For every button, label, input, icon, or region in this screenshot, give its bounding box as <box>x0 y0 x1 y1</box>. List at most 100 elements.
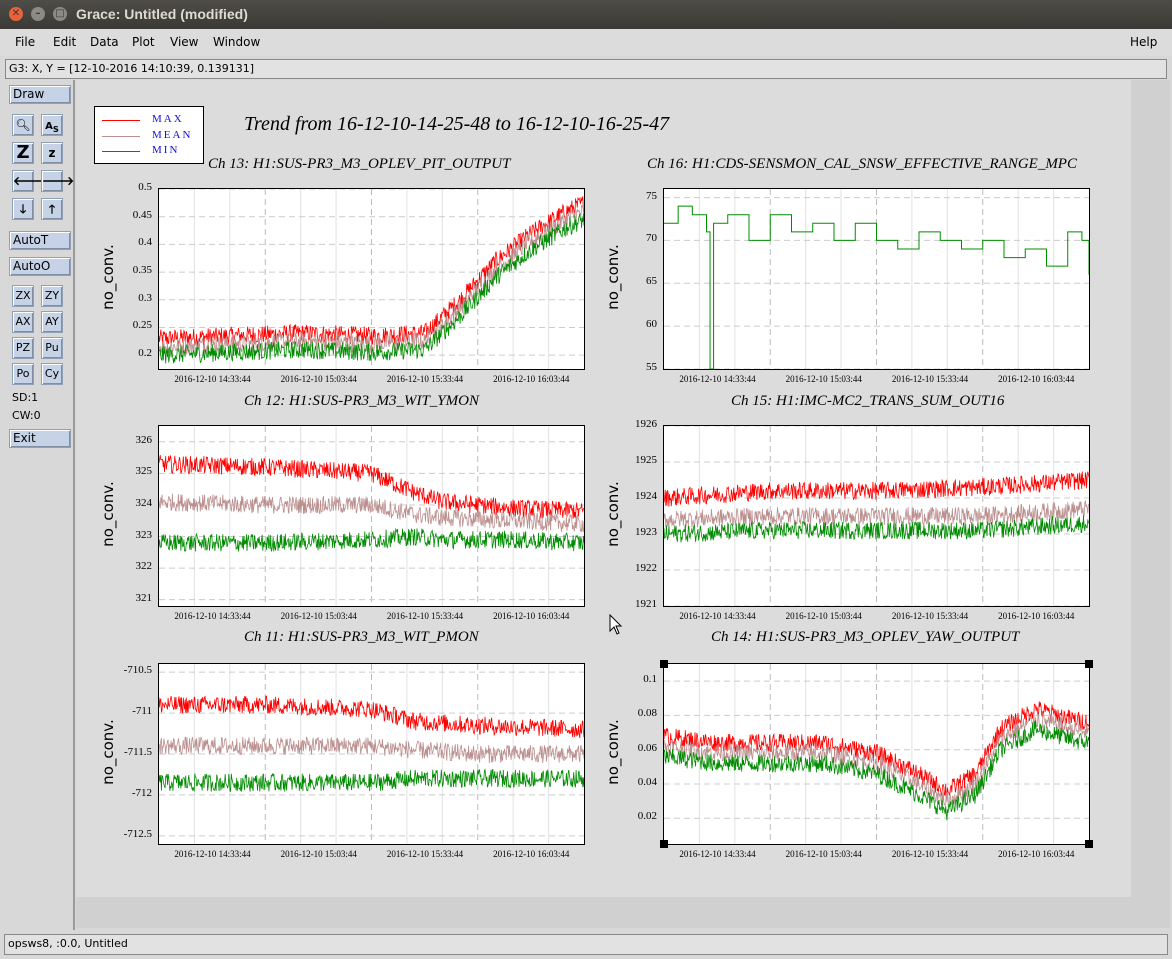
plot-title-4: Ch 11: H1:SUS-PR3_M3_WIT_PMON <box>244 629 479 645</box>
y-tick-label: 321 <box>135 591 153 604</box>
y-tick-label: 324 <box>135 496 153 509</box>
minimize-window-button[interactable]: – <box>31 7 45 21</box>
text-tool-button[interactable]: AS <box>41 114 63 136</box>
y-tick-label: 1924 <box>635 490 657 502</box>
x-tick-label: 2016-12-10 16:03:44 <box>998 611 1075 621</box>
y-tick-label: -711.5 <box>123 746 152 758</box>
y-tick-label: 60 <box>646 318 657 331</box>
pz-button[interactable]: PZ <box>12 337 34 359</box>
plot-area-1[interactable] <box>663 188 1090 370</box>
y-tick-label: 0.35 <box>132 264 152 277</box>
tool-panel: Draw 🔍︎ AS Z z 🡐 🡒 🡓 🡑 AutoT AutoO ZX ZY… <box>4 80 75 930</box>
plot-area-2[interactable] <box>158 425 585 607</box>
y-tick-label: 1921 <box>635 598 657 610</box>
window-title: Grace: Untitled (modified) <box>76 6 248 22</box>
plot-area-0[interactable] <box>158 188 585 370</box>
x-tick-label: 2016-12-10 15:33:44 <box>386 849 464 859</box>
y-tick-label: 1923 <box>635 526 657 538</box>
legend-swatch-max <box>102 120 140 121</box>
autot-button[interactable]: AutoT <box>9 231 71 250</box>
legend-label-mean: MEAN <box>152 129 193 141</box>
x-tick-label: 2016-12-10 14:33:44 <box>174 374 251 384</box>
y-tick-label: 0.45 <box>132 208 152 221</box>
set-depth-status: SD:1 <box>12 391 39 404</box>
locator-text: G3: X, Y = [12-10-2016 14:10:39, 0.13913… <box>9 62 255 75</box>
y-tick-label: 1922 <box>635 562 657 574</box>
x-tick-label: 2016-12-10 15:33:44 <box>386 611 464 621</box>
window-titlebar: ✕ – □ Grace: Untitled (modified) <box>0 0 1172 29</box>
selection-handle <box>1085 660 1093 668</box>
po-button[interactable]: Po <box>12 363 34 385</box>
ax-button[interactable]: AX <box>12 311 34 333</box>
y-tick-label: -711 <box>132 705 152 718</box>
y-tick-label: 65 <box>646 275 657 288</box>
y-tick-label: 75 <box>646 189 657 202</box>
y-tick-label: 70 <box>646 232 657 245</box>
selection-handle <box>660 660 668 668</box>
cy-button[interactable]: Cy <box>41 363 63 385</box>
scroll-right-button[interactable]: 🡒 <box>41 170 74 192</box>
zoom-in-button[interactable]: Z <box>12 142 34 164</box>
plot-area-3[interactable] <box>663 425 1090 607</box>
y-axis-label-3: no_conv. <box>604 481 622 547</box>
draw-button[interactable]: Draw <box>9 85 71 104</box>
menu-window[interactable]: Window <box>213 35 260 49</box>
exit-button[interactable]: Exit <box>9 429 71 448</box>
y-tick-label: 0.4 <box>138 236 152 249</box>
zx-button[interactable]: ZX <box>12 285 34 307</box>
x-tick-label: 2016-12-10 15:03:44 <box>280 849 357 859</box>
arrow-down-icon: 🡓 <box>19 202 27 216</box>
series-max <box>159 695 584 739</box>
y-tick-label: -712.5 <box>123 827 152 840</box>
y-tick-label: -710.5 <box>123 664 152 677</box>
legend-swatch-min <box>102 151 140 152</box>
x-tick-label: 2016-12-10 14:33:44 <box>679 849 756 859</box>
menu-help[interactable]: Help <box>1130 35 1157 49</box>
zy-button[interactable]: ZY <box>41 285 63 307</box>
zoom-tool-button[interactable]: 🔍︎ <box>12 114 34 136</box>
graph-main-title: Trend from 16-12-10-14-25-48 to 16-12-10… <box>244 113 670 135</box>
status-text: opsws8, :0.0, Untitled <box>8 937 128 950</box>
plot-area-4[interactable] <box>158 663 585 845</box>
scroll-up-button[interactable]: 🡑 <box>41 198 63 220</box>
x-tick-label: 2016-12-10 14:33:44 <box>679 611 756 621</box>
x-tick-label: 2016-12-10 15:33:44 <box>891 611 969 621</box>
scroll-down-button[interactable]: 🡓 <box>12 198 34 220</box>
y-tick-label: 0.5 <box>138 181 152 193</box>
locator-bar: G3: X, Y = [12-10-2016 14:10:39, 0.13913… <box>5 59 1167 79</box>
maximize-window-button[interactable]: □ <box>53 7 67 21</box>
y-tick-label: 0.02 <box>637 810 657 823</box>
menu-file[interactable]: File <box>15 35 35 49</box>
y-tick-label: 0.08 <box>637 707 657 720</box>
menu-data[interactable]: Data <box>90 35 119 49</box>
scroll-left-button[interactable]: 🡐 <box>12 170 45 192</box>
x-tick-label: 2016-12-10 15:03:44 <box>280 611 357 621</box>
x-tick-label: 2016-12-10 15:33:44 <box>891 374 969 384</box>
plot-title-1: Ch 16: H1:CDS-SENSMON_CAL_SNSW_EFFECTIVE… <box>647 156 1077 172</box>
autoo-button[interactable]: AutoO <box>9 257 71 276</box>
plot-title-0: Ch 13: H1:SUS-PR3_M3_OPLEV_PIT_OUTPUT <box>208 156 511 172</box>
x-tick-label: 2016-12-10 16:03:44 <box>493 374 570 384</box>
pu-button[interactable]: Pu <box>41 337 63 359</box>
ay-button[interactable]: AY <box>41 311 63 333</box>
x-tick-label: 2016-12-10 16:03:44 <box>493 849 570 859</box>
menu-edit[interactable]: Edit <box>53 35 76 49</box>
close-window-button[interactable]: ✕ <box>9 7 23 21</box>
menubar: File Edit Data Plot View Window Help <box>0 29 1172 56</box>
y-tick-label: 0.04 <box>637 776 657 788</box>
x-tick-label: 2016-12-10 15:03:44 <box>785 374 862 384</box>
menu-plot[interactable]: Plot <box>132 35 155 49</box>
zoom-out-button[interactable]: z <box>41 142 63 164</box>
y-tick-label: 1925 <box>635 454 657 466</box>
legend[interactable]: MAX MEAN MIN <box>94 106 204 164</box>
plot-title-2: Ch 12: H1:SUS-PR3_M3_WIT_YMON <box>244 393 479 409</box>
mouse-cursor-icon <box>609 614 623 635</box>
plot-area-5[interactable] <box>660 660 1093 848</box>
selection-handle <box>1085 840 1093 848</box>
x-tick-label: 2016-12-10 16:03:44 <box>998 374 1075 384</box>
menu-view[interactable]: View <box>170 35 198 49</box>
y-tick-label: 0.3 <box>138 291 152 304</box>
y-tick-label: 322 <box>135 560 153 573</box>
y-tick-label: 1926 <box>635 418 657 430</box>
legend-label-min: MIN <box>152 144 180 156</box>
